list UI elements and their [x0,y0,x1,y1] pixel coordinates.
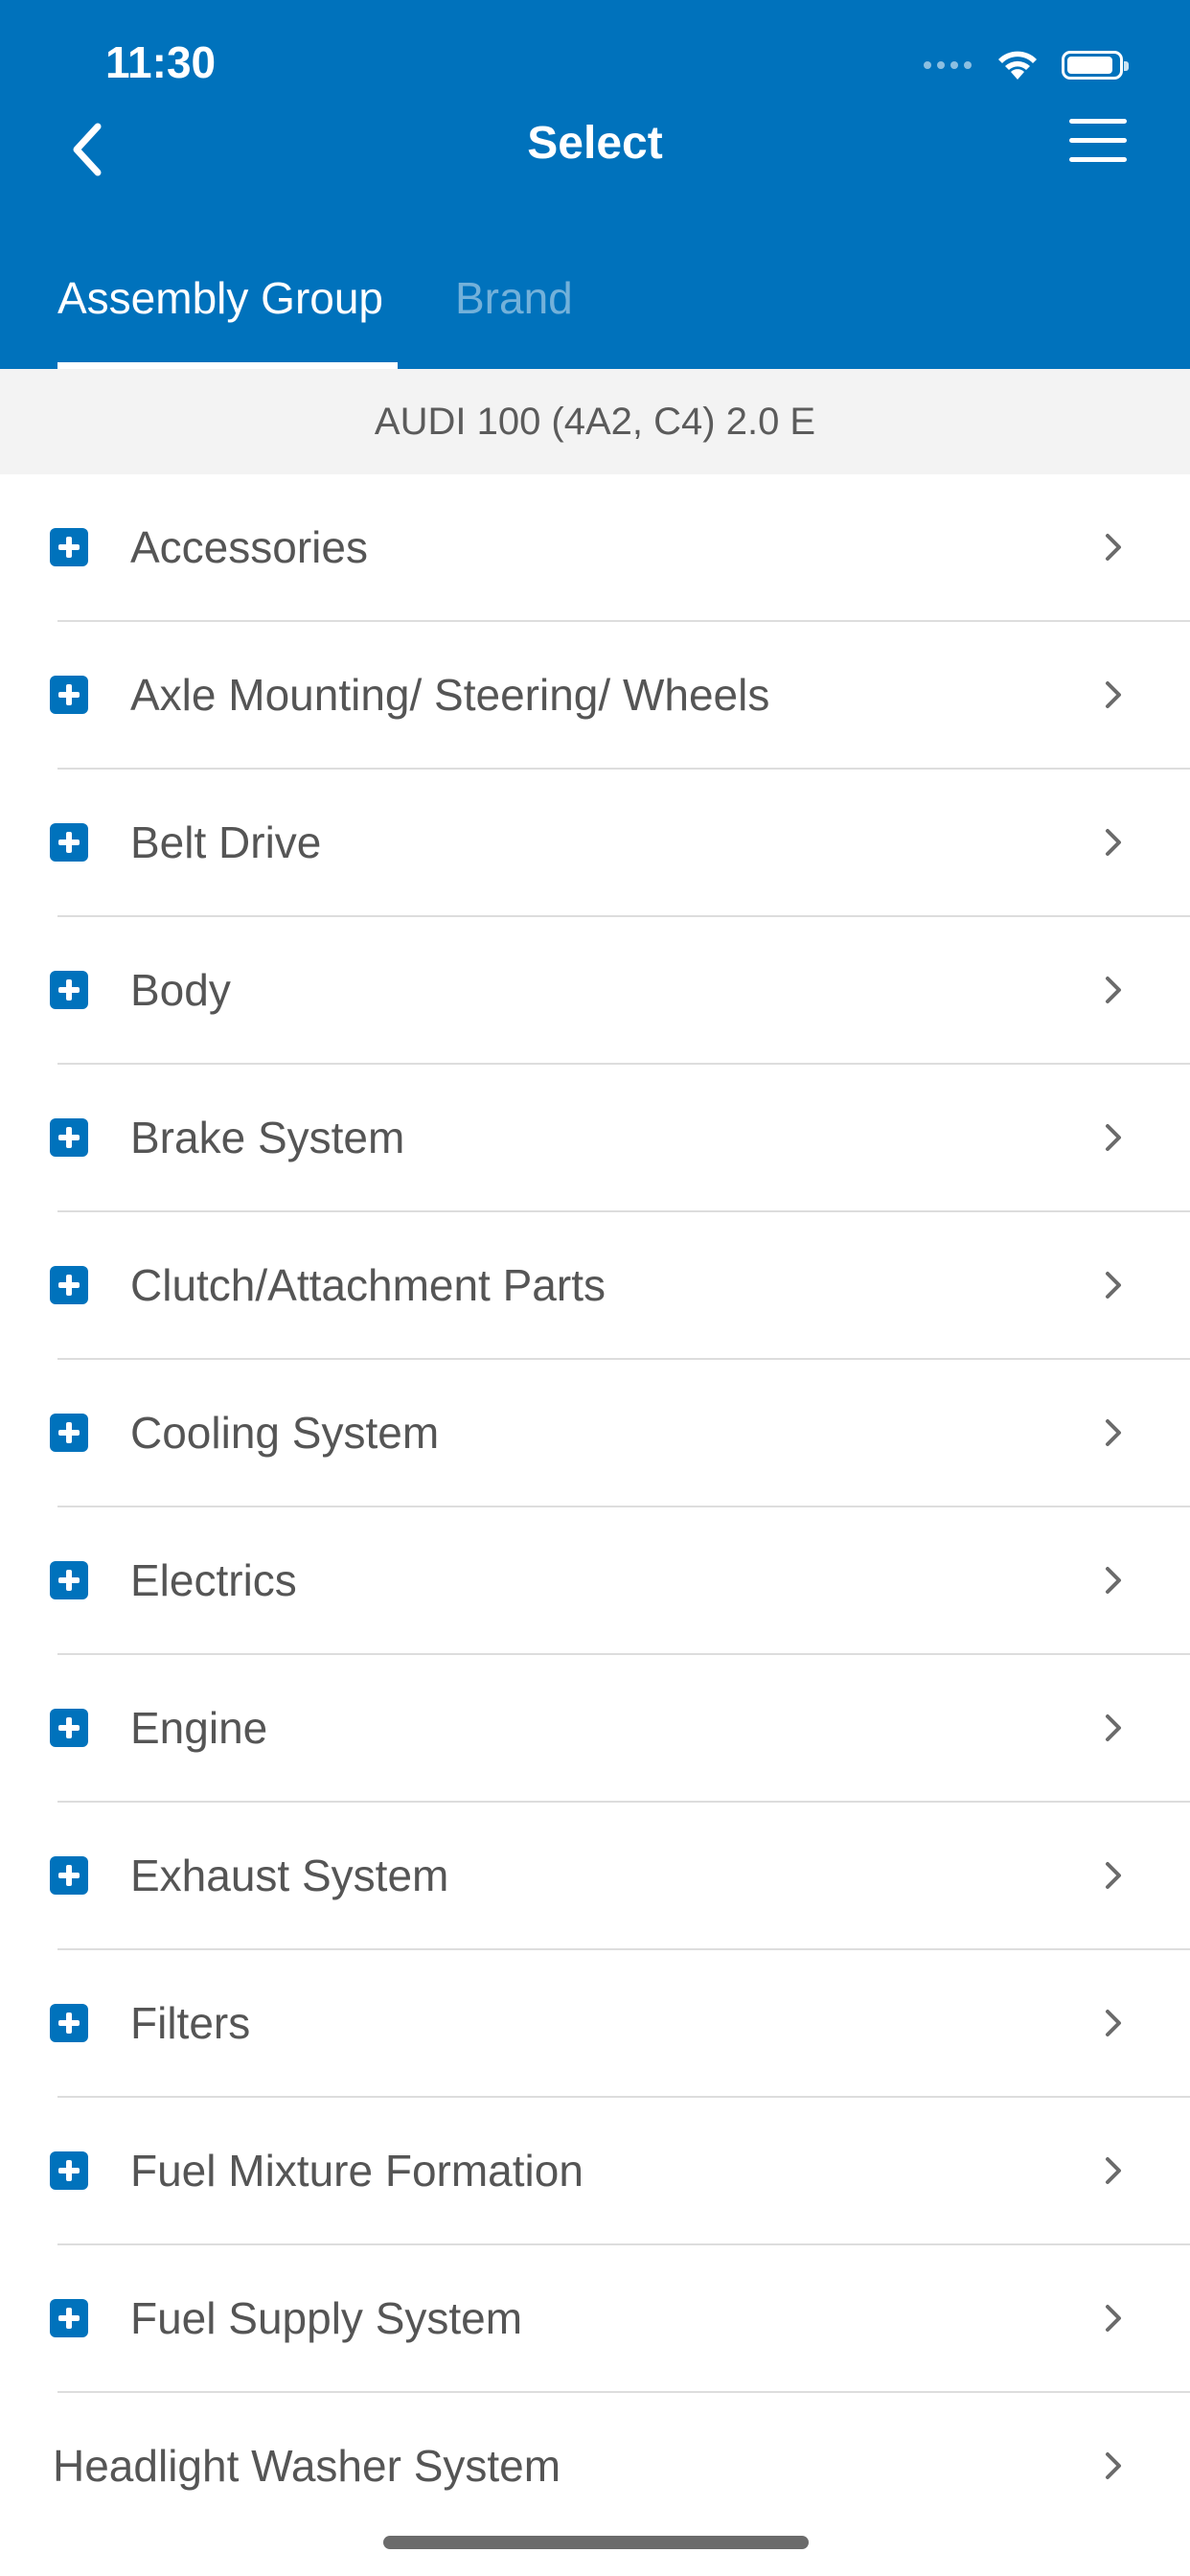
chevron-right-icon [1106,1862,1121,1889]
menu-button[interactable] [1069,119,1136,176]
chevron-right-icon [1106,1567,1121,1594]
expand-plus-icon[interactable] [50,1266,88,1304]
chevron-right-icon [1106,1272,1121,1299]
list-item-label: Headlight Washer System [53,2441,561,2491]
active-tab-indicator [57,362,398,369]
expand-plus-icon[interactable] [50,1856,88,1895]
list-item-label: Clutch/Attachment Parts [130,1260,606,1310]
expand-plus-icon[interactable] [50,676,88,714]
chevron-right-icon [1106,2157,1121,2184]
chevron-right-icon [1106,1714,1121,1741]
chevron-right-icon [1106,1124,1121,1151]
list-item[interactable]: Accessories [50,474,1190,622]
chevron-right-icon [1106,534,1121,561]
list-item[interactable]: Exhaust System [50,1803,1190,1950]
list-item[interactable]: Fuel Mixture Formation [50,2098,1190,2245]
hamburger-icon [1069,119,1127,124]
chevron-right-icon [1106,977,1121,1003]
list-item[interactable]: Engine [50,1655,1190,1803]
page-title: Select [527,118,663,169]
tab-brand[interactable]: Brand [455,272,573,324]
vehicle-label: AUDI 100 (4A2, C4) 2.0 E [0,369,1190,474]
tab-assembly-group[interactable]: Assembly Group [57,272,383,324]
assembly-group-list: Accessories Axle Mounting/ Steering/ Whee… [0,474,1190,2539]
list-item-label: Electrics [130,1555,297,1605]
list-item[interactable]: Clutch/Attachment Parts [50,1212,1190,1360]
expand-plus-icon[interactable] [50,2299,88,2337]
status-time: 11:30 [105,37,217,87]
list-item-label: Brake System [130,1113,405,1162]
home-indicator [383,2536,809,2549]
list-item-label: Accessories [130,522,368,572]
list-item[interactable]: Axle Mounting/ Steering/ Wheels [50,622,1190,770]
list-item-label: Body [130,965,231,1015]
status-indicators [924,46,1129,84]
list-item[interactable]: Belt Drive [50,770,1190,917]
expand-plus-icon[interactable] [50,1561,88,1599]
list-item[interactable]: Headlight Washer System [53,2393,1190,2539]
chevron-right-icon [1106,1419,1121,1446]
expand-plus-icon[interactable] [50,528,88,566]
expand-plus-icon[interactable] [50,2151,88,2190]
list-item-label: Axle Mounting/ Steering/ Wheels [130,670,770,720]
chevron-right-icon [1106,2010,1121,2036]
list-item[interactable]: Body [50,917,1190,1065]
list-item[interactable]: Cooling System [50,1360,1190,1507]
list-item[interactable]: Filters [50,1950,1190,2098]
list-item-label: Exhaust System [130,1851,449,1900]
expand-plus-icon[interactable] [50,971,88,1009]
tab-bar: Assembly Group Brand [0,259,1190,369]
list-item-label: Filters [130,1998,251,2048]
chevron-right-icon [1106,2305,1121,2332]
expand-plus-icon[interactable] [50,2004,88,2042]
chevron-right-icon [1106,2452,1121,2479]
list-item-label: Fuel Supply System [130,2293,523,2343]
expand-plus-icon[interactable] [50,1118,88,1157]
list-item-label: Engine [130,1703,268,1753]
list-item-label: Fuel Mixture Formation [130,2146,584,2196]
list-item[interactable]: Fuel Supply System [50,2245,1190,2393]
list-item-label: Cooling System [130,1408,440,1458]
expand-plus-icon[interactable] [50,1709,88,1747]
chevron-right-icon [1106,829,1121,856]
wifi-icon [998,51,1037,80]
list-item[interactable]: Electrics [50,1507,1190,1655]
expand-plus-icon[interactable] [50,823,88,862]
chevron-right-icon [1106,681,1121,708]
list-item-label: Belt Drive [130,817,322,867]
expand-plus-icon[interactable] [50,1414,88,1452]
list-item[interactable]: Brake System [50,1065,1190,1212]
signal-icon [924,61,972,69]
battery-icon [1062,51,1129,80]
app-header: 11:30 Select Assembly Group Brand [0,0,1190,369]
